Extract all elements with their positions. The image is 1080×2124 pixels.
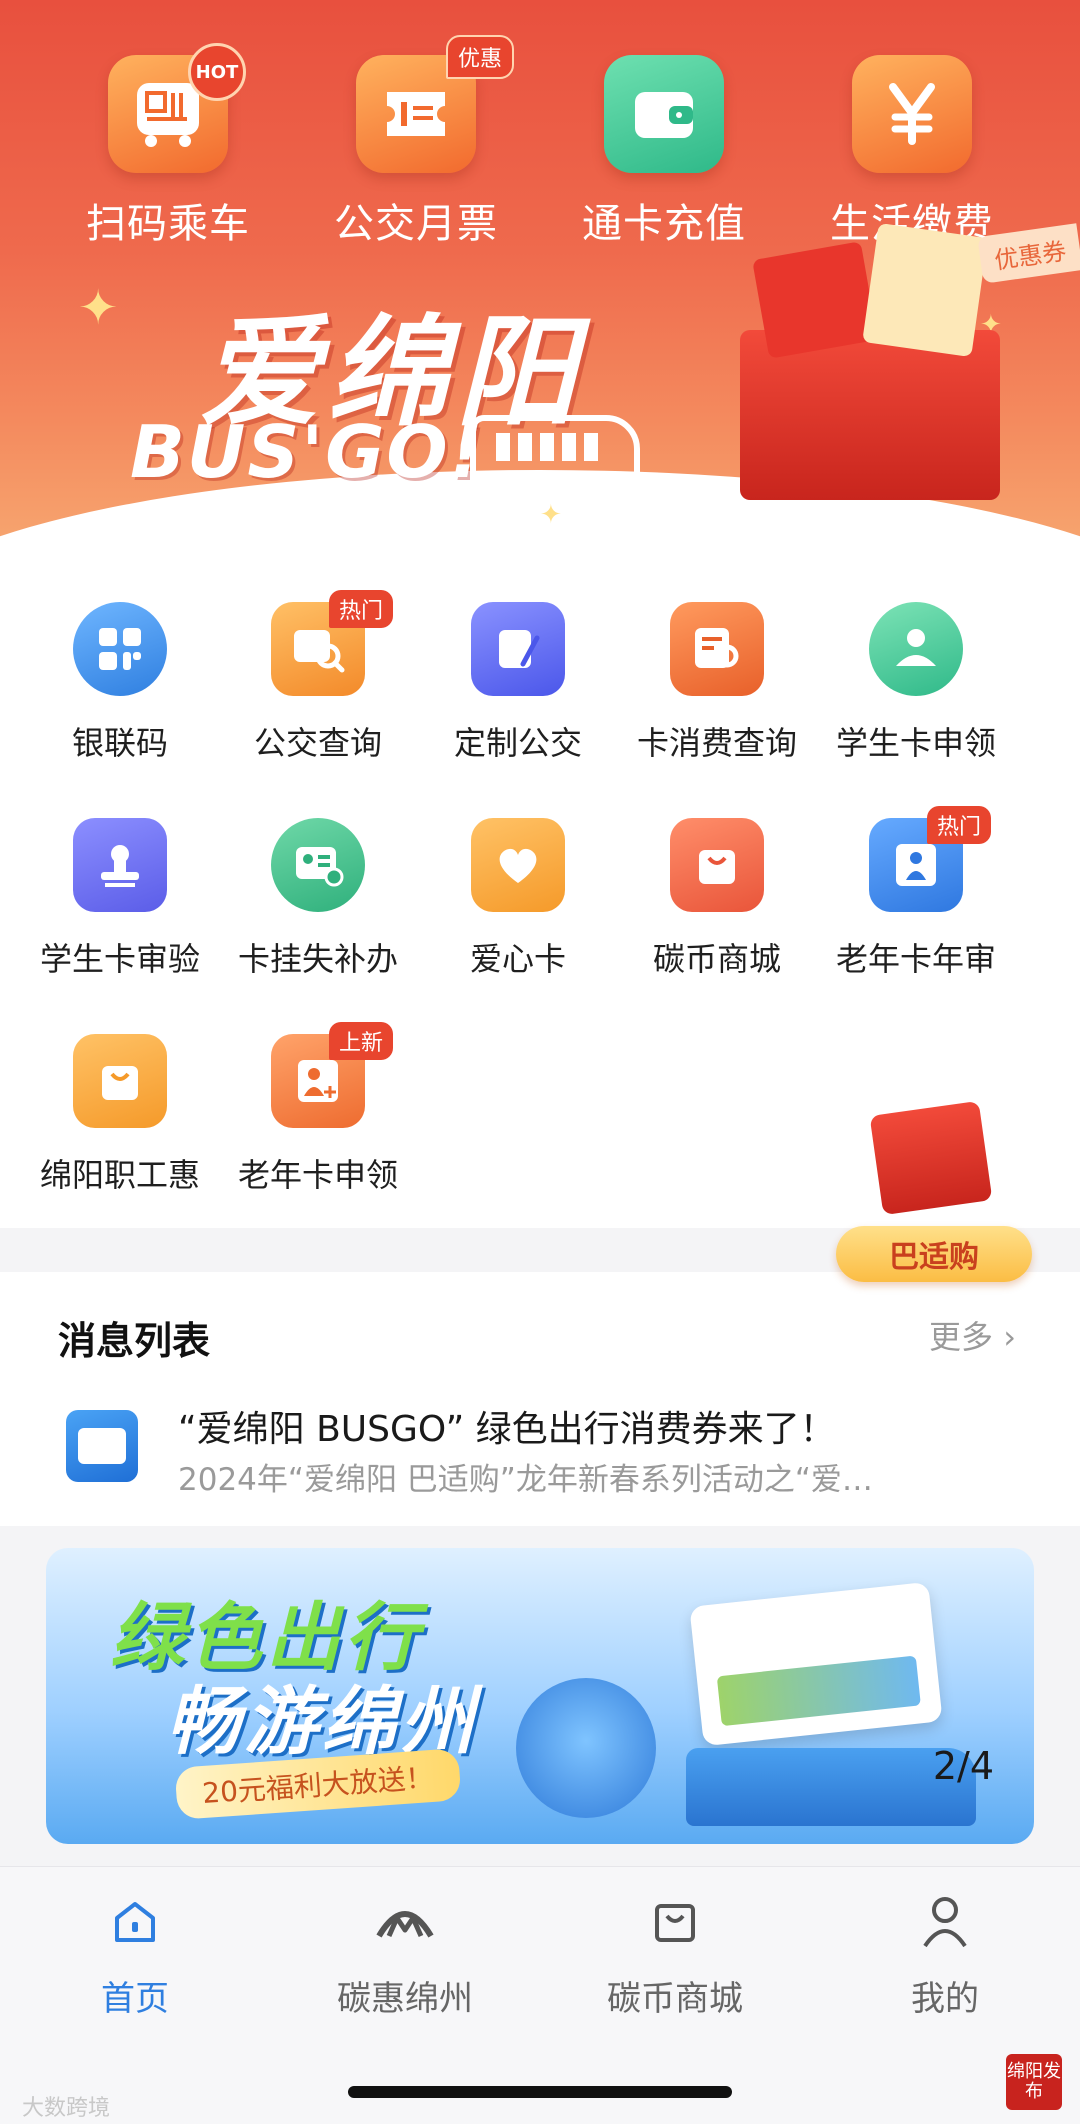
- service-card-loss-report[interactable]: 卡挂失补办: [218, 818, 418, 980]
- top-service-card-topup[interactable]: 通卡充值: [564, 55, 764, 249]
- nav-mall[interactable]: 碳币商城: [540, 1887, 810, 2020]
- service-elder-card-apply[interactable]: 上新 老年卡申领: [218, 1022, 418, 1196]
- seal-watermark: 绵阳发布: [1006, 2054, 1062, 2110]
- service-label: 定制公交: [453, 724, 582, 762]
- bashigou-label: 巴适购: [836, 1226, 1032, 1282]
- bus-search-icon: 热门: [271, 590, 394, 696]
- heart-icon: [471, 818, 565, 912]
- bashigou-float-button[interactable]: 巴适购: [836, 1100, 1036, 1282]
- yen-icon: [852, 55, 972, 173]
- service-label: 老年卡年审: [835, 940, 996, 978]
- shopping-bag-icon: [640, 1887, 710, 1957]
- service-label: 老年卡申领: [237, 1156, 398, 1194]
- top-services: HOT 扫码乘车 优惠 公交月票 通卡充值 生活缴费: [0, 35, 1080, 255]
- message-title: “爱绵阳 BUSGO” 绿色出行消费券来了！: [178, 1409, 836, 1450]
- service-label: 卡挂失补办: [237, 940, 398, 978]
- sparkle-icon: ✦: [78, 280, 119, 336]
- service-student-card-verify[interactable]: 学生卡审验: [20, 818, 220, 980]
- service-love-card[interactable]: 爱心卡: [418, 818, 618, 980]
- bus-illustration: [470, 415, 640, 495]
- message-list-title: 消息列表: [58, 1319, 211, 1363]
- promo-carousel[interactable]: 绿色出行 畅游绵州 20元福利大放送！ 2/4: [46, 1548, 1034, 1844]
- hot-badge: 热门: [927, 806, 992, 844]
- nav-label: 碳惠绵州: [337, 1979, 473, 2019]
- top-service-monthly-pass[interactable]: 优惠 公交月票: [316, 35, 516, 249]
- app-logo-icon: [66, 1410, 138, 1482]
- mascot-illustration: [516, 1678, 656, 1818]
- carbon-logo-icon: [370, 1887, 440, 1957]
- more-link[interactable]: 更多 ›: [929, 1312, 1016, 1358]
- service-student-card-apply[interactable]: 学生卡申领: [816, 602, 1016, 764]
- user-icon: [910, 1887, 980, 1957]
- nav-label: 我的: [911, 1979, 979, 2019]
- service-label: 爱心卡: [469, 940, 566, 978]
- service-elder-card-review[interactable]: 热门 老年卡年审: [816, 806, 1016, 980]
- service-label: 学生卡申领: [835, 724, 996, 762]
- message-item[interactable]: “爱绵阳 BUSGO” 绿色出行消费券来了！ 2024年“爱绵阳 巴适购”龙年新…: [66, 1400, 1026, 1500]
- elder-icon: 热门: [869, 806, 992, 912]
- top-service-label: 公交月票: [334, 201, 498, 247]
- more-label: 更多: [929, 1318, 994, 1356]
- unionpay-grid-icon: [73, 602, 167, 696]
- top-service-bill-pay[interactable]: 生活缴费: [812, 55, 1012, 249]
- shopping-bag-icon: [670, 818, 764, 912]
- custom-bus-icon: [471, 602, 565, 696]
- qr-bus-icon: HOT: [108, 43, 246, 173]
- service-custom-bus[interactable]: 定制公交: [418, 602, 618, 764]
- sparkle-icon: ✦: [540, 500, 562, 530]
- nav-mine[interactable]: 我的: [810, 1887, 1080, 2020]
- service-unionpay[interactable]: 银联码: [20, 602, 220, 764]
- sale-badge: 优惠: [445, 35, 514, 79]
- hot-badge: HOT: [188, 43, 246, 101]
- banner-subtitle: BUS'GO!: [130, 410, 485, 494]
- gift-bag-icon: [73, 1034, 167, 1128]
- id-card-icon: [271, 818, 365, 912]
- home-icon: [100, 1887, 170, 1957]
- service-bus-query[interactable]: 热门 公交查询: [218, 590, 418, 764]
- new-badge: 上新: [329, 1022, 394, 1060]
- service-label: 银联码: [71, 724, 168, 762]
- service-carbon-mall[interactable]: 碳币商城: [617, 818, 817, 980]
- message-list: 消息列表 更多 › “爱绵阳 BUSGO” 绿色出行消费券来了！ 2024年“爱…: [0, 1272, 1080, 1526]
- chevron-right-icon: ›: [1003, 1318, 1016, 1356]
- hero-header: HOT 扫码乘车 优惠 公交月票 通卡充值 生活缴费 ✦ ✦ ✦ 爱绵阳 BUS…: [0, 0, 1080, 560]
- nav-label: 碳币商城: [607, 1979, 743, 2019]
- ticket-icon: 优惠: [356, 35, 514, 173]
- elder-add-icon: 上新: [271, 1022, 394, 1128]
- top-service-scan-ride[interactable]: HOT 扫码乘车: [68, 43, 268, 249]
- top-service-label: 通卡充值: [582, 201, 746, 247]
- nav-carbon[interactable]: 碳惠绵州: [270, 1887, 540, 2020]
- service-label: 卡消费查询: [636, 724, 797, 762]
- home-indicator[interactable]: [348, 2086, 732, 2098]
- wallet-icon: [604, 55, 724, 173]
- stamp-icon: [73, 818, 167, 912]
- service-mianyang-worker[interactable]: 绵阳职工惠: [20, 1034, 220, 1196]
- nav-home[interactable]: 首页: [0, 1887, 270, 2020]
- top-service-label: 扫码乘车: [86, 201, 250, 247]
- service-label: 碳币商城: [652, 940, 781, 978]
- card-search-icon: [670, 602, 764, 696]
- gift-box-icon: [869, 1100, 993, 1216]
- carousel-pager: 2/4: [932, 1744, 994, 1788]
- service-label: 绵阳职工惠: [39, 1156, 200, 1194]
- watermark-text: 大数跨境: [22, 2096, 111, 2121]
- service-label: 学生卡审验: [39, 940, 200, 978]
- gift-box-illustration: [740, 330, 1000, 500]
- service-card-consumption-query[interactable]: 卡消费查询: [617, 602, 817, 764]
- transit-card-illustration: [689, 1581, 943, 1747]
- hot-badge: 热门: [329, 590, 394, 628]
- nav-label: 首页: [101, 1979, 169, 2019]
- student-apply-icon: [869, 602, 963, 696]
- service-label: 公交查询: [253, 724, 382, 762]
- message-summary: 2024年“爱绵阳 巴适购”龙年新春系列活动之“爱…: [178, 1462, 873, 1498]
